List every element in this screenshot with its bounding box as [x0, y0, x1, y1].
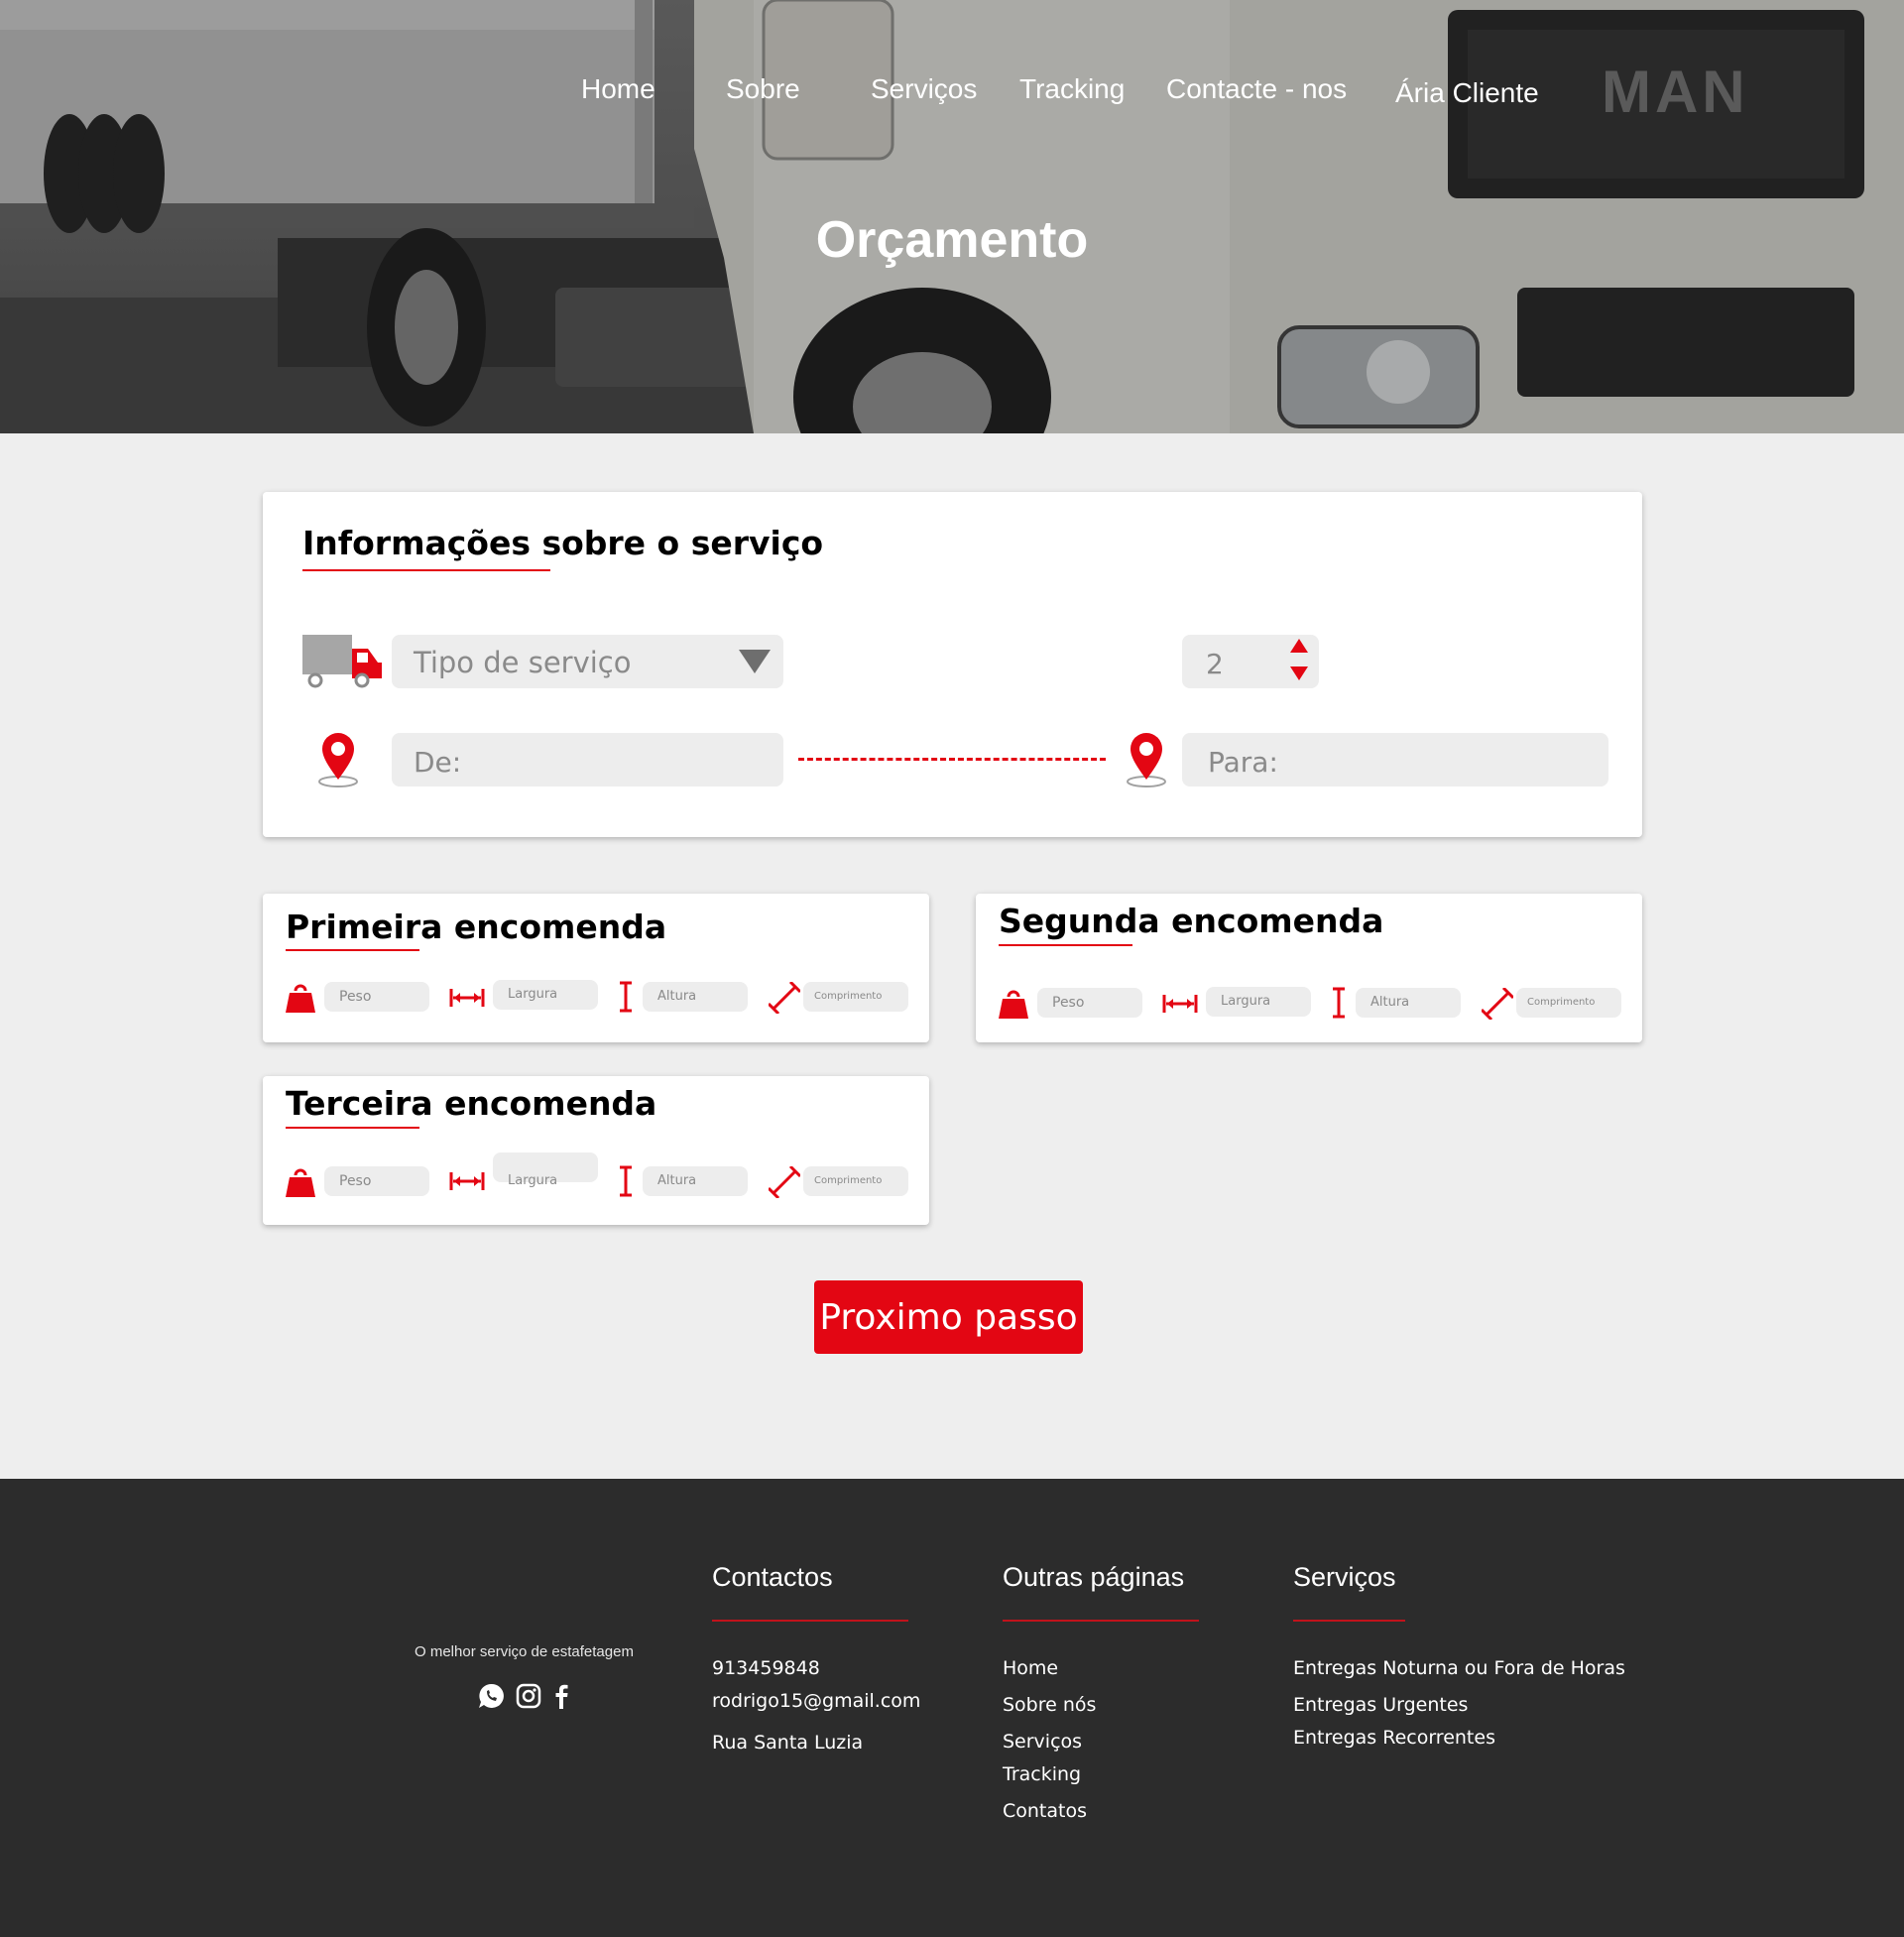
footer-link-servicos[interactable]: Serviços [1003, 1731, 1082, 1753]
chevron-down-icon [739, 650, 771, 673]
width-input[interactable]: Largura [493, 980, 598, 1010]
order-title: Terceira encomenda [286, 1084, 657, 1123]
width-arrow-icon [449, 989, 485, 1007]
footer-services-title: Serviços [1293, 1562, 1396, 1592]
width-input[interactable]: Largura [493, 1152, 598, 1188]
footer-link-sobre[interactable]: Sobre nós [1003, 1694, 1096, 1716]
main-nav: Home Sobre Serviços Tracking Contacte - … [0, 69, 1904, 119]
height-arrow-icon [620, 1165, 632, 1197]
route-dashed-line [798, 758, 1106, 761]
width-placeholder: Largura [508, 987, 558, 1002]
nav-tracking[interactable]: Tracking [1019, 73, 1125, 105]
length-input[interactable]: Comprimento [1516, 988, 1621, 1018]
footer-pages-title: Outras páginas [1003, 1562, 1185, 1592]
footer-email[interactable]: rodrigo15@gmail.com [712, 1690, 920, 1712]
length-arrow-icon [1482, 988, 1513, 1020]
service-info-title: Informações sobre o serviço [302, 524, 824, 562]
height-input[interactable]: Altura [643, 1166, 748, 1196]
height-placeholder: Altura [657, 1173, 697, 1188]
footer-contacts-title: Contactos [712, 1562, 833, 1592]
whatsapp-icon[interactable] [478, 1683, 504, 1709]
height-placeholder: Altura [1370, 995, 1410, 1010]
width-arrow-icon [1162, 995, 1198, 1013]
footer-pages-underline [1003, 1620, 1199, 1622]
footer-service-item[interactable]: Entregas Urgentes [1293, 1694, 1468, 1716]
footer-service-item[interactable]: Entregas Recorrentes [1293, 1727, 1495, 1749]
weight-placeholder: Peso [339, 989, 372, 1005]
location-pin-icon [1127, 733, 1166, 787]
width-placeholder: Largura [508, 1173, 558, 1188]
length-arrow-icon [769, 1166, 800, 1198]
length-input[interactable]: Comprimento [803, 982, 908, 1012]
length-placeholder: Comprimento [1527, 997, 1596, 1008]
quantity-stepper[interactable]: 2 [1182, 635, 1319, 688]
quantity-value: 2 [1206, 648, 1224, 680]
weight-input[interactable]: Peso [1037, 988, 1142, 1018]
page-title: Orçamento [815, 211, 1089, 269]
service-type-select[interactable]: Tipo de serviço [392, 635, 783, 688]
height-input[interactable]: Altura [1356, 988, 1461, 1018]
footer-service-item[interactable]: Entregas Noturna ou Fora de Horas [1293, 1657, 1625, 1679]
hero-banner: MAN Home Sobre Serviços Tracking Contact… [0, 0, 1904, 433]
height-arrow-icon [1333, 987, 1345, 1019]
length-arrow-icon [769, 982, 800, 1014]
to-input[interactable]: Para: [1182, 733, 1608, 787]
title-underline [286, 949, 419, 951]
footer-link-home[interactable]: Home [1003, 1657, 1058, 1679]
nav-contacte[interactable]: Contacte - nos [1166, 73, 1347, 105]
nav-servicos[interactable]: Serviços [871, 73, 977, 105]
height-input[interactable]: Altura [643, 982, 748, 1012]
nav-area-cliente[interactable]: Ária Cliente [1395, 77, 1539, 109]
service-type-placeholder: Tipo de serviço [414, 646, 632, 679]
width-placeholder: Largura [1221, 994, 1271, 1009]
weight-placeholder: Peso [1052, 995, 1085, 1011]
spin-up-icon[interactable] [1290, 639, 1308, 653]
weight-icon [286, 1168, 315, 1197]
width-arrow-icon [449, 1172, 485, 1190]
order-card-2: Segunda encomenda Peso Largura Altura Co… [976, 894, 1642, 1042]
footer-tagline: O melhor serviço de estafetagem [415, 1643, 634, 1660]
weight-icon [999, 990, 1028, 1019]
service-info-card: Informações sobre o serviço Tipo de serv… [263, 492, 1642, 837]
nav-sobre[interactable]: Sobre [726, 73, 800, 105]
title-underline [286, 1127, 419, 1129]
order-card-1: Primeira encomenda Peso Largura Altura C… [263, 894, 929, 1042]
title-underline [999, 944, 1132, 946]
footer-link-contatos[interactable]: Contatos [1003, 1800, 1087, 1822]
truck-icon [302, 635, 382, 688]
footer-phone: 913459848 [712, 1657, 820, 1679]
facebook-icon[interactable] [553, 1683, 569, 1709]
footer: O melhor serviço de estafetagem Contacto… [0, 1479, 1904, 1937]
footer-address: Rua Santa Luzia [712, 1732, 864, 1754]
footer-services-underline [1293, 1620, 1405, 1622]
location-pin-icon [318, 733, 358, 787]
length-placeholder: Comprimento [814, 1175, 883, 1186]
height-placeholder: Altura [657, 989, 697, 1004]
weight-input[interactable]: Peso [324, 982, 429, 1012]
footer-contacts-underline [712, 1620, 908, 1622]
footer-link-tracking[interactable]: Tracking [1003, 1763, 1081, 1785]
length-input[interactable]: Comprimento [803, 1166, 908, 1196]
next-step-button[interactable]: Proximo passo [814, 1280, 1083, 1354]
order-card-3: Terceira encomenda Peso Largura Altura C… [263, 1076, 929, 1225]
from-input[interactable]: De: [392, 733, 783, 787]
weight-icon [286, 984, 315, 1013]
instagram-icon[interactable] [516, 1683, 541, 1709]
height-arrow-icon [620, 981, 632, 1013]
title-underline [302, 569, 550, 571]
weight-input[interactable]: Peso [324, 1166, 429, 1196]
width-input[interactable]: Largura [1206, 987, 1311, 1017]
order-title: Segunda encomenda [999, 902, 1384, 940]
spin-down-icon[interactable] [1290, 666, 1308, 680]
nav-home[interactable]: Home [581, 73, 655, 105]
from-placeholder: De: [414, 746, 462, 779]
order-title: Primeira encomenda [286, 908, 667, 946]
to-placeholder: Para: [1208, 746, 1278, 779]
weight-placeholder: Peso [339, 1173, 372, 1189]
length-placeholder: Comprimento [814, 991, 883, 1002]
